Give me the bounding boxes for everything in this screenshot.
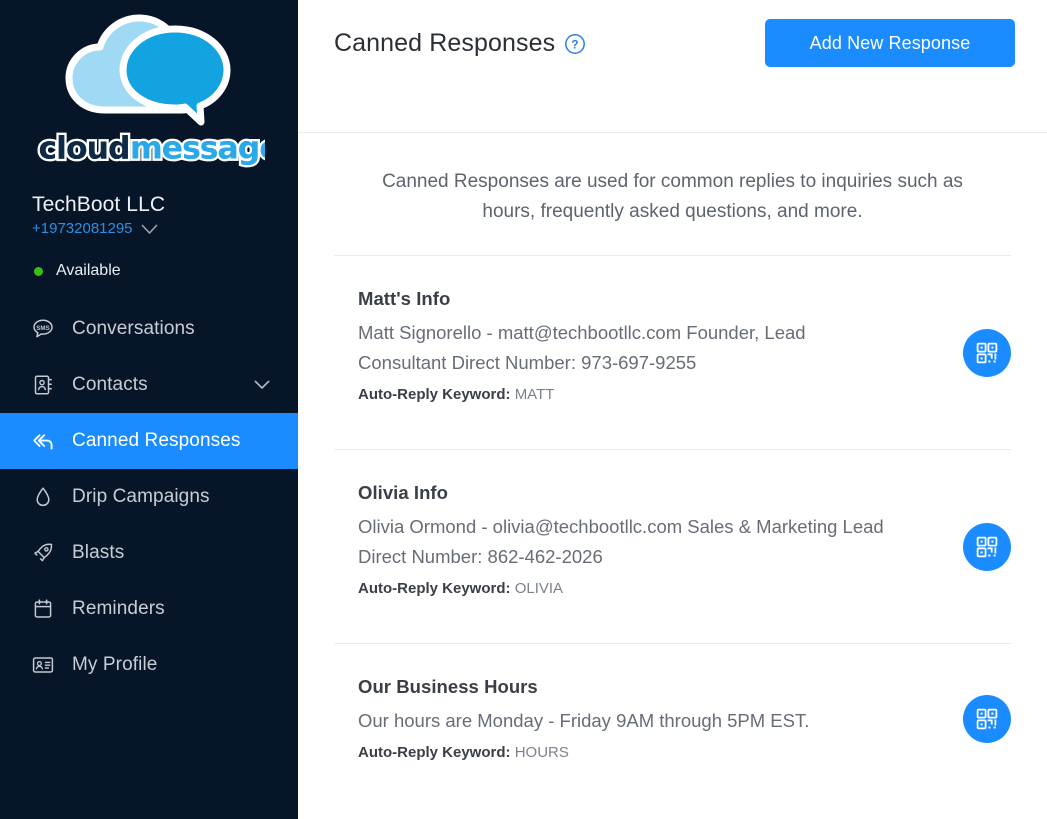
keyword-label: Auto-Reply Keyword: (358, 744, 511, 761)
wordmark-message-fill: message (130, 130, 265, 166)
canned-response-keyword-row: Auto-Reply Keyword: MATT (358, 384, 935, 406)
app-root: cloud cloud message message TechBoot LLC… (0, 0, 1047, 819)
id-card-icon (30, 652, 56, 678)
keyword-value: OLIVIA (514, 580, 564, 597)
svg-text:?: ? (571, 37, 578, 51)
account-block: TechBoot LLC +19732081295 (0, 168, 298, 239)
sidebar-item-label: My Profile (72, 654, 158, 675)
canned-response-title: Olivia Info (358, 482, 448, 503)
sidebar-item-label: Blasts (72, 542, 125, 563)
canned-response-text: Our hours are Monday - Friday 9AM throug… (358, 710, 810, 731)
sidebar-item-label: Canned Responses (72, 430, 241, 451)
sidebar-item-my-profile[interactable]: My Profile (0, 637, 298, 693)
sidebar-item-drip-campaigns[interactable]: Drip Campaigns (0, 469, 298, 525)
canned-responses-panel: Canned Responses are used for common rep… (298, 133, 1047, 788)
account-phone: +19732081295 (32, 220, 133, 237)
canned-response-title: Matt's Info (358, 288, 451, 309)
canned-response-item[interactable]: Matt's Info Matt Signorello - matt@techb… (334, 256, 1011, 450)
canned-response-body: Matt's Info Matt Signorello - matt@techb… (358, 286, 963, 406)
canned-response-item[interactable]: Olivia Info Olivia Ormond - olivia@techb… (334, 450, 1011, 644)
page-header: Canned Responses ? Add New Response (298, 0, 1047, 133)
wordmark-cloud-fill: cloud (39, 130, 130, 166)
status-label: Available (56, 262, 121, 279)
qr-code-icon (976, 708, 998, 730)
sidebar-item-label: Reminders (72, 598, 165, 619)
keyword-label: Auto-Reply Keyword: (358, 386, 511, 403)
main-content: Canned Responses ? Add New Response Cann… (298, 0, 1047, 819)
sidebar-item-label: Conversations (72, 318, 195, 339)
qr-code-button[interactable] (963, 695, 1011, 743)
canned-responses-list: Matt's Info Matt Signorello - matt@techb… (298, 256, 1047, 788)
sidebar-item-reminders[interactable]: Reminders (0, 581, 298, 637)
svg-text:SMS: SMS (36, 325, 49, 332)
account-name: TechBoot LLC (32, 193, 166, 216)
cloud-chat-logo-icon (65, 14, 231, 126)
reply-all-icon (30, 428, 56, 454)
cloudmessage-wordmark: cloud cloud message message (36, 128, 265, 168)
canned-response-title: Our Business Hours (358, 676, 538, 697)
sidebar-item-contacts[interactable]: Contacts (0, 357, 298, 413)
canned-response-keyword-row: Auto-Reply Keyword: OLIVIA (358, 578, 935, 600)
canned-response-keyword-row: Auto-Reply Keyword: HOURS (358, 742, 935, 764)
sidebar-item-canned-responses[interactable]: Canned Responses (0, 413, 298, 469)
keyword-value: MATT (514, 386, 555, 403)
canned-response-text: Matt Signorello - matt@techbootllc.com F… (358, 322, 806, 373)
address-book-icon (30, 372, 56, 398)
chevron-down-icon (141, 224, 157, 234)
brand-logo[interactable]: cloud cloud message message (0, 0, 298, 168)
qr-code-button[interactable] (963, 328, 1011, 377)
status-dot-icon (34, 266, 43, 276)
calendar-icon (30, 596, 56, 622)
sidebar-item-label: Drip Campaigns (72, 486, 210, 507)
qr-code-icon (976, 536, 998, 557)
intro-description: Canned Responses are used for common rep… (334, 133, 1011, 256)
sms-chat-icon: SMS (30, 316, 56, 342)
status-indicator[interactable]: Available (0, 239, 298, 281)
sidebar-nav: SMS Conversations Contacts Canned Respon… (0, 301, 298, 693)
question-mark-circle-icon[interactable]: ? (564, 33, 586, 55)
sidebar-item-label: Contacts (72, 374, 148, 395)
canned-response-body: Olivia Info Olivia Ormond - olivia@techb… (358, 480, 963, 600)
sidebar: cloud cloud message message TechBoot LLC… (0, 0, 298, 819)
page-title: Canned Responses ? (334, 29, 586, 58)
sidebar-item-blasts[interactable]: Blasts (0, 525, 298, 581)
sidebar-item-conversations[interactable]: SMS Conversations (0, 301, 298, 357)
canned-response-body: Our Business Hours Our hours are Monday … (358, 674, 963, 764)
keyword-label: Auto-Reply Keyword: (358, 580, 511, 597)
qr-code-icon (976, 342, 998, 363)
keyword-value: HOURS (514, 744, 569, 761)
add-new-response-button[interactable]: Add New Response (765, 19, 1015, 67)
page-title-text: Canned Responses (334, 29, 556, 57)
chevron-down-icon[interactable] (254, 380, 270, 390)
rocket-icon (30, 540, 56, 566)
qr-code-button[interactable] (963, 522, 1011, 571)
water-drop-icon (30, 484, 56, 510)
account-phone-selector[interactable]: +19732081295 (32, 219, 298, 239)
canned-response-text: Olivia Ormond - olivia@techbootllc.com S… (358, 516, 884, 567)
canned-response-item[interactable]: Our Business Hours Our hours are Monday … (334, 644, 1011, 788)
